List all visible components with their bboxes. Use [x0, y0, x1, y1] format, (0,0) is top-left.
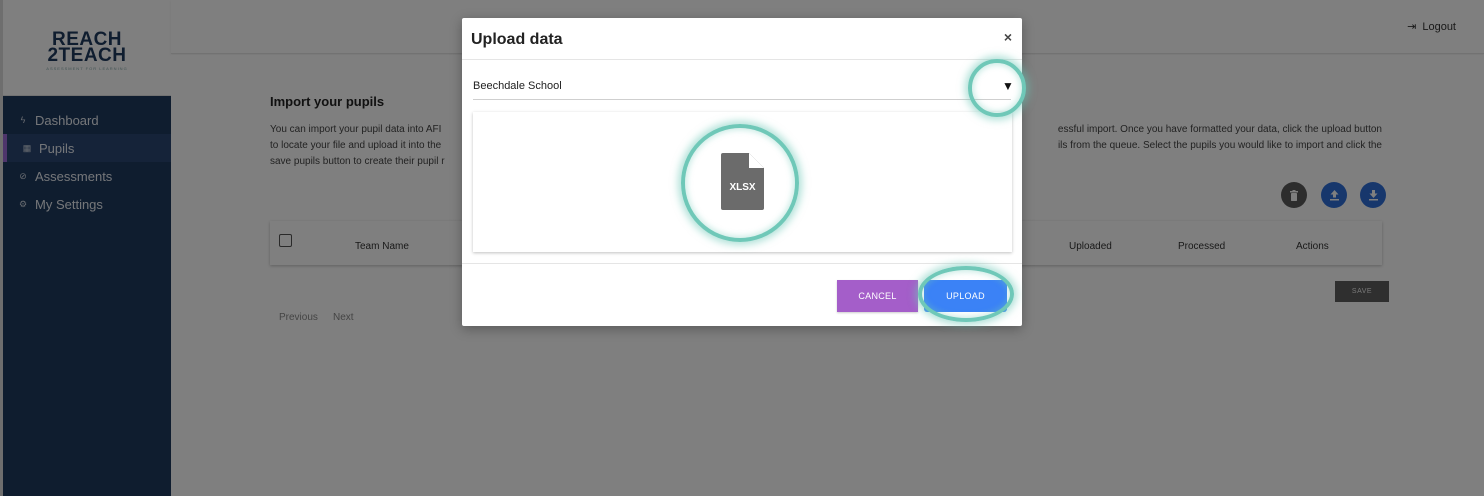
highlight-ring-dropdown [968, 59, 1026, 117]
close-icon[interactable]: × [1004, 29, 1012, 45]
school-select-value: Beechdale School [473, 80, 562, 92]
school-select[interactable]: Beechdale School ▼ [473, 77, 1014, 100]
cancel-button[interactable]: CANCEL [837, 280, 918, 312]
highlight-ring-file [681, 124, 799, 242]
modal-title: Upload data [471, 31, 563, 48]
highlight-ring-upload [918, 266, 1014, 322]
modal-header: Upload data × [462, 18, 1022, 60]
